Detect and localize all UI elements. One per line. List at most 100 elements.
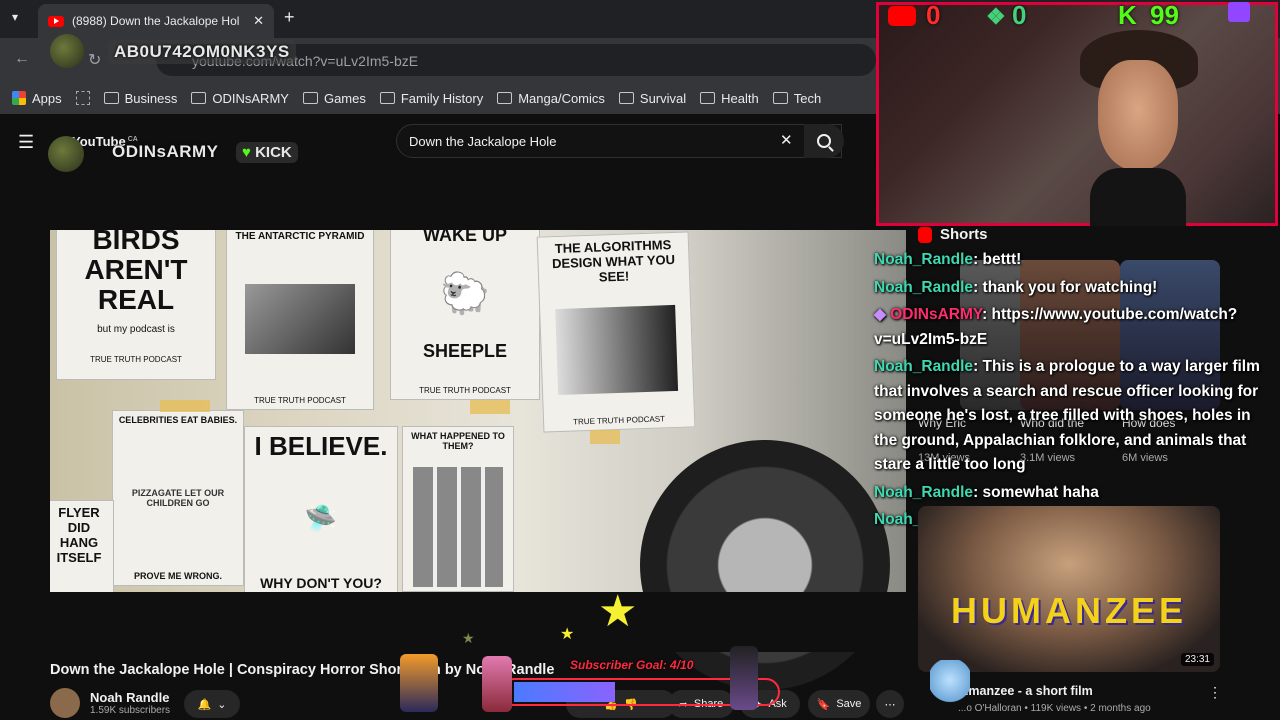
- search-icon: [817, 134, 831, 148]
- chat-user: Noah_Randle: [874, 483, 974, 501]
- subscriber-goal-label: Subscriber Goal: 4/10: [570, 658, 694, 672]
- star-icon: ★: [462, 630, 475, 646]
- bookmark-health[interactable]: Health: [700, 91, 759, 106]
- channel-avatar[interactable]: [50, 688, 80, 718]
- algorithm-illustration: [555, 304, 679, 396]
- more-actions-button[interactable]: ⋯: [876, 690, 904, 718]
- reload-icon[interactable]: ↻: [88, 50, 101, 70]
- overlay-avatar: [50, 34, 84, 68]
- kick-tag: ♥ KICK: [236, 142, 298, 163]
- chat-message: Noah_Randle: thank you for watching!: [874, 276, 1274, 301]
- bookmark-odinsarmy[interactable]: ODINsARMY: [191, 91, 289, 106]
- more-options-icon[interactable]: ⋮: [1208, 684, 1222, 701]
- recommended-meta: ...o O'Halloran • 119K views • 2 months …: [958, 703, 1151, 714]
- kick-logo-icon: K: [1118, 0, 1137, 30]
- tape: [590, 430, 620, 444]
- chat-user: ODINsARMY: [890, 306, 983, 323]
- recommended-title[interactable]: ...manzee - a short film: [958, 684, 1093, 698]
- webcam-overlay: [876, 2, 1278, 226]
- chat-text: : This is a prologue to a way larger fil…: [874, 358, 1260, 473]
- folder-icon: [379, 92, 395, 104]
- chat-text: : somewhat haha: [973, 483, 1099, 501]
- folder-icon: [772, 92, 788, 104]
- bookmark-manga-comics[interactable]: Manga/Comics: [497, 91, 605, 106]
- bookmark-icon: 🔖: [816, 698, 831, 711]
- bookmark-family-history[interactable]: Family History: [379, 91, 483, 106]
- new-tab-icon[interactable]: +: [284, 7, 295, 28]
- tab-title: (8988) Down the Jackalope Hol: [72, 14, 240, 28]
- channel-name[interactable]: Noah Randle: [90, 690, 170, 705]
- chat-message: ◆ ODINsARMY: https://www.youtube.com/wat…: [874, 303, 1274, 352]
- car-wheel: [640, 440, 890, 690]
- subscriber-goal-fill: [514, 682, 615, 702]
- back-icon[interactable]: ←: [14, 50, 30, 68]
- tab-search-chevron-icon[interactable]: ▾: [12, 10, 18, 24]
- tape: [160, 400, 210, 412]
- apps-icon: [12, 91, 26, 105]
- sheep-icon: 🐑: [440, 272, 490, 316]
- recommended-thumbnail[interactable]: HUMANZEE 23:31: [918, 506, 1220, 672]
- browser-tab[interactable]: (8988) Down the Jackalope Hol ✕: [38, 4, 274, 38]
- close-tab-icon[interactable]: ✕: [253, 13, 264, 29]
- character-sprite: [400, 654, 438, 712]
- poster-pyramid: THE ANTARCTIC PYRAMID TRUE TRUTH PODCAST: [226, 230, 374, 410]
- folder-icon: [302, 92, 318, 104]
- twitch-icon: [1228, 2, 1250, 22]
- tape: [470, 400, 510, 414]
- folder-icon: [191, 92, 207, 104]
- bookmark-games[interactable]: Games: [302, 91, 366, 106]
- character-sprite: [482, 656, 512, 712]
- chat-message: Noah_Randle: bettt!: [874, 248, 1274, 273]
- notification-button[interactable]: 🔔 ⌄: [184, 690, 240, 718]
- youtube-counter: 0: [926, 0, 941, 30]
- youtube-favicon-icon: [48, 15, 64, 27]
- chat-user: Noah_Randle: [874, 358, 974, 375]
- streamer-shirt: [1090, 168, 1186, 226]
- video-title: Down the Jackalope Hole | Conspiracy Hor…: [50, 662, 555, 678]
- ufo-icon: 🛸: [304, 503, 338, 533]
- subscriber-count: 1.59K subscribers: [90, 705, 171, 716]
- bookmark-grid[interactable]: [75, 91, 90, 105]
- overlay-handle: AB0U742OM0NK3YS: [108, 40, 296, 64]
- shield-icon: ◆: [874, 306, 886, 323]
- brand-avatar: [48, 136, 84, 172]
- bookmark-apps[interactable]: Apps: [12, 91, 62, 106]
- shorts-header: Shorts: [918, 226, 988, 243]
- video-duration: 23:31: [1180, 653, 1214, 666]
- bookmark-survival[interactable]: Survival: [618, 91, 686, 106]
- youtube-counter-icon: [888, 6, 916, 26]
- poster-sheeple: WAKE UP 🐑 SHEEPLE TRUE TRUTH PODCAST: [390, 230, 540, 400]
- folder-icon: [700, 92, 716, 104]
- star-icon: ★: [560, 626, 575, 643]
- chevron-down-icon: ⌄: [217, 698, 227, 711]
- video-letterbox: [50, 592, 906, 652]
- save-button[interactable]: 🔖 Save: [808, 690, 870, 718]
- menu-icon[interactable]: ☰: [18, 132, 34, 153]
- rick-sticker: [930, 660, 970, 710]
- poster-algorithms: THE ALGORITHMS DESIGN WHAT YOU SEE! TRUE…: [536, 231, 696, 433]
- bookmark-business[interactable]: Business: [103, 91, 177, 106]
- brand-label: ODINsARMY: [112, 142, 219, 161]
- folder-icon: [618, 92, 634, 104]
- bookmark-tech[interactable]: Tech: [772, 91, 821, 106]
- shorts-icon: [918, 226, 932, 243]
- poster-celebrities: CELEBRITIES EAT BABIES. PIZZAGATE LET OU…: [112, 410, 244, 586]
- clear-search-icon[interactable]: ✕: [780, 131, 793, 149]
- poster-birds: BIRDS AREN'T REAL but my podcast is TRUE…: [56, 230, 216, 380]
- missing-faces-grid: [413, 467, 503, 587]
- poster-what-happened: WHAT HAPPENED TO THEM?: [402, 426, 514, 592]
- folder-icon: [103, 92, 119, 104]
- chat-text: : thank you for watching!: [973, 278, 1158, 296]
- more-horizontal-icon: ⋯: [884, 698, 896, 711]
- grid-icon: [75, 91, 90, 105]
- chat-text: : bettt!: [973, 251, 1022, 268]
- poster-flyer: FLYER DID HANG ITSELF: [50, 500, 114, 592]
- chat-message: Noah_Randle: somewhat haha: [874, 481, 1274, 506]
- poster-believe: I BELIEVE. 🛸 WHY DON'T YOU?: [244, 426, 398, 592]
- search-button[interactable]: [804, 124, 844, 158]
- character-sprite: [730, 646, 758, 710]
- chat-user: Noah_Randle: [874, 251, 974, 268]
- folder-icon: [497, 92, 513, 104]
- search-input[interactable]: Down the Jackalope Hole: [396, 124, 842, 158]
- kick-counter: 99: [1150, 0, 1179, 30]
